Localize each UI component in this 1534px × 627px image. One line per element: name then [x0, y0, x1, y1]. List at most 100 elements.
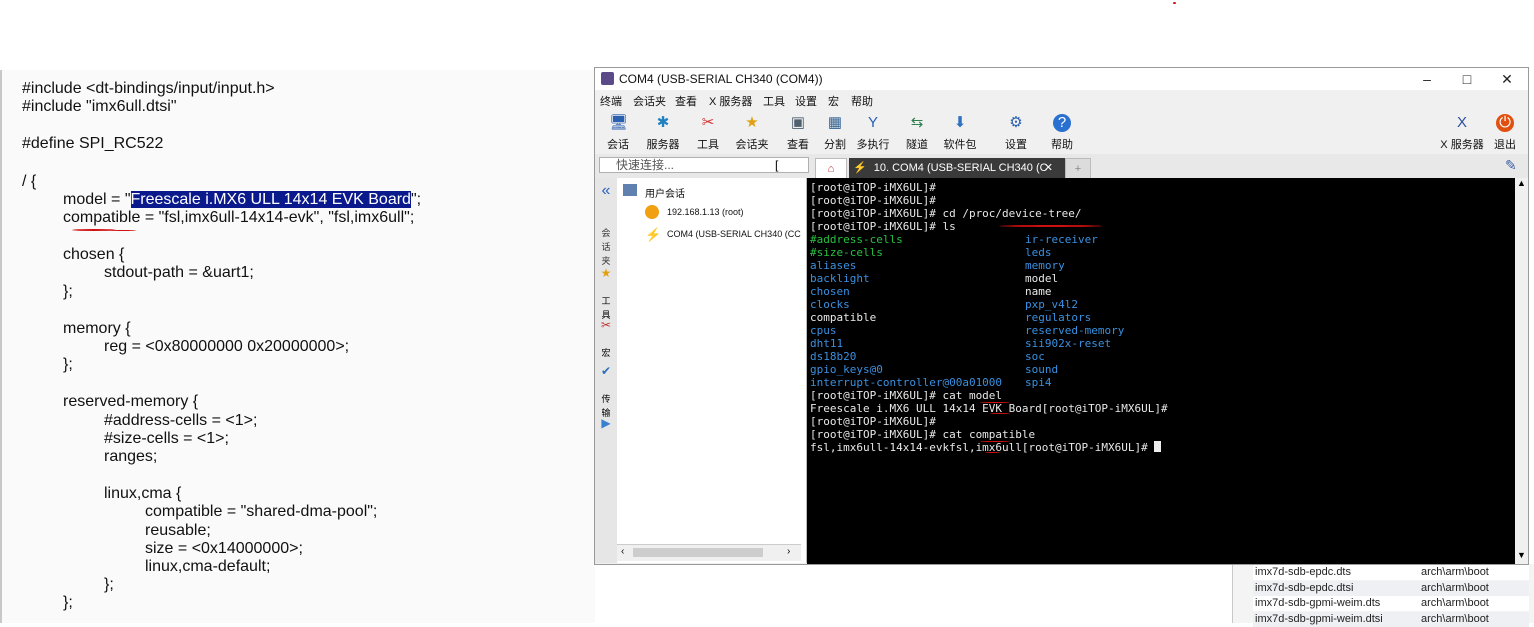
macro-icon[interactable]: ✔ [599, 364, 613, 378]
new-tab-button[interactable]: + [1065, 158, 1091, 180]
collapse-icon[interactable]: « [599, 183, 613, 199]
terminal-line: [root@iTOP-iMX6UL]# [810, 194, 936, 207]
terminal-line: reserved-memory [1025, 324, 1125, 337]
toolbar-button[interactable]: ⬇ 软件包 [943, 110, 977, 152]
file-name: imx7d-sdb-epdc.dtsi [1255, 581, 1354, 594]
user-sessions-node[interactable]: 用户会话 [645, 185, 685, 200]
toolbar-button[interactable]: ⇆ 隧道 [900, 110, 934, 152]
session-item-ssh[interactable]: 192.168.1.13 (root) [667, 207, 744, 217]
toolbar-button-label: 会话夹 [735, 139, 769, 151]
menu-item[interactable]: 帮助 [851, 93, 873, 109]
close-button[interactable]: ✕ [1487, 69, 1527, 89]
toolbar-button[interactable]: ★ 会话夹 [735, 110, 769, 152]
menu-item[interactable]: 查看 [675, 93, 697, 109]
terminal-line: #size-cells [810, 246, 883, 259]
terminal-line: backlight [810, 272, 870, 285]
star-icon: ★ [745, 114, 759, 131]
multiexec-icon: Y [867, 114, 878, 131]
terminal-line: gpio_keys@0 [810, 363, 883, 376]
file-path: arch\arm\boot [1421, 597, 1489, 609]
attach-icon[interactable]: ✎ [1505, 157, 1517, 174]
menu-item[interactable]: X 服务器 [709, 93, 752, 109]
minimize-button[interactable]: – [1407, 69, 1447, 89]
scroll-left-icon[interactable]: ‹ [621, 546, 624, 557]
toolbar-button[interactable]: ▦ 分割 [818, 110, 852, 152]
terminal-line: soc [1025, 350, 1045, 363]
terminal-line: pxp_v4l2 [1025, 298, 1078, 311]
toolbar-button[interactable]: X X 服务器 [1440, 110, 1483, 152]
terminal-line: aliases [810, 259, 857, 272]
terminal-line: clocks [810, 298, 850, 311]
home-tab[interactable]: ⌂ [815, 158, 847, 180]
menu-item[interactable]: 宏 [828, 93, 839, 109]
terminal-line: sound [1025, 363, 1059, 376]
terminal-line: chosen [810, 285, 850, 298]
terminal-line: regulators [1025, 311, 1092, 324]
terminal-line: interrupt-controller@00a01000 [810, 376, 1003, 389]
sftp-icon[interactable]: ▶ [599, 416, 613, 430]
file-row[interactable]: imx7d-sdb-epdc.dtsi arch\arm\boot [1253, 580, 1529, 596]
toolbar-button[interactable]: ⏻ 退出 [1488, 110, 1522, 152]
tab-close-icon[interactable]: ✕ [1044, 158, 1053, 178]
serial-session-icon: ⚡ [645, 227, 662, 242]
annotation-underline-compatible-2 [110, 230, 136, 231]
terminal-line: sii902x-reset [1025, 337, 1112, 350]
title-bar: COM4 (USB-SERIAL CH340 (COM4)) – □ ✕ [595, 68, 1528, 90]
menu-bar: 终端 会话夹 查看 X 服务器 工具 设置宏帮助 [595, 90, 1528, 110]
view-icon: ▣ [790, 114, 806, 131]
toolbar-button[interactable]: ✱ 服务器 [646, 110, 680, 152]
scroll-down-icon[interactable]: ▼ [1517, 550, 1526, 560]
code-line: reg = <0x80000000 0x20000000>; [104, 338, 350, 355]
code-line: #include <dt-bindings/input/input.h> [22, 80, 275, 97]
sftp-tab-icon[interactable]: 传输 [599, 392, 613, 418]
sidebar-strip: « 会话夹 ★ 工具 ✂ 宏 ✔ 传输 ▶ [595, 178, 617, 563]
toolbar-button[interactable]: ▣ 查看 [781, 110, 815, 152]
model-suffix: "; [410, 190, 422, 208]
terminal-line: ir-receiver [1025, 233, 1098, 246]
code-editor[interactable]: #include <dt-bindings/input/input.h> #inc… [0, 70, 595, 623]
scroll-right-icon[interactable]: › [787, 546, 790, 557]
sessions-tab-icon[interactable]: 会话夹 [599, 226, 613, 266]
toolbar-button[interactable]: ⚙ 设置 [999, 110, 1033, 152]
session-item-com4[interactable]: COM4 (USB-SERIAL CH340 (CC [667, 229, 801, 239]
file-row[interactable]: imx7d-sdb-gpmi-weim.dts arch\arm\boot [1253, 596, 1529, 611]
session-icon: 🖥 [609, 114, 629, 131]
menu-item[interactable]: 工具 [763, 93, 785, 109]
toolbar-button[interactable]: ✂ 工具 [691, 110, 725, 152]
file-row[interactable]: imx7d-sdb-epdc.dts arch\arm\boot [1253, 565, 1529, 580]
scroll-thumb[interactable] [633, 548, 763, 557]
terminal-scrollbar[interactable]: ▲ ▼ [1515, 178, 1528, 564]
menu-item[interactable]: 终端 [600, 93, 622, 109]
tab-com4[interactable]: ⚡ 10. COM4 (USB-SERIAL CH340 (C ✕ [849, 158, 1067, 178]
code-line: size = <0x14000000>; [145, 539, 303, 557]
toolbar-button[interactable]: Y 多执行 [856, 110, 890, 152]
terminal-line: [root@iTOP-iMX6UL]# [810, 415, 936, 428]
star-icon[interactable]: ★ [599, 266, 613, 280]
menu-item[interactable]: 会话夹 [633, 93, 666, 109]
tools-icon[interactable]: ✂ [599, 318, 613, 332]
split-icon: ▦ [827, 114, 843, 131]
help-icon: ? [1053, 114, 1071, 132]
code-line: ranges; [104, 448, 158, 465]
toolbar-button-label: 退出 [1494, 139, 1516, 151]
code-line: linux,cma { [104, 485, 182, 503]
toolbar-button[interactable]: ? 帮助 [1045, 110, 1079, 152]
code-line: compatible = "fsl,imx6ull-14x14-evk", "f… [63, 209, 415, 226]
annotation-underline-imx6ull [985, 452, 1000, 453]
code-line: linux,cma-default; [145, 558, 271, 575]
terminal-output[interactable]: [root@iTOP-iMX6UL]# [root@iTOP-iMX6UL]# [r… [807, 178, 1515, 564]
toolbar-button-label: 隧道 [906, 139, 928, 151]
code-line: compatible = "shared-dma-pool"; [145, 503, 378, 521]
menu-item[interactable]: 设置 [795, 93, 817, 109]
code-line: chosen { [63, 246, 125, 264]
toolbar-button[interactable]: 🖥 会话 [601, 110, 635, 152]
maximize-button[interactable]: □ [1447, 69, 1487, 89]
selected-model-text: Freescale i.MX6 ULL 14x14 EVK Board [130, 190, 411, 208]
exit-icon: ⏻ [1496, 114, 1514, 132]
file-row[interactable]: imx7d-sdb-gpmi-weim.dtsi arch\arm\boot [1253, 611, 1529, 627]
file-name: imx7d-sdb-epdc.dts [1255, 566, 1351, 578]
tools-tab-icon[interactable]: 工具 [599, 294, 613, 320]
macros-tab-icon[interactable]: 宏 [599, 346, 613, 360]
horizontal-scrollbar[interactable]: ‹ › [617, 544, 801, 561]
scroll-up-icon[interactable]: ▲ [1517, 178, 1526, 188]
